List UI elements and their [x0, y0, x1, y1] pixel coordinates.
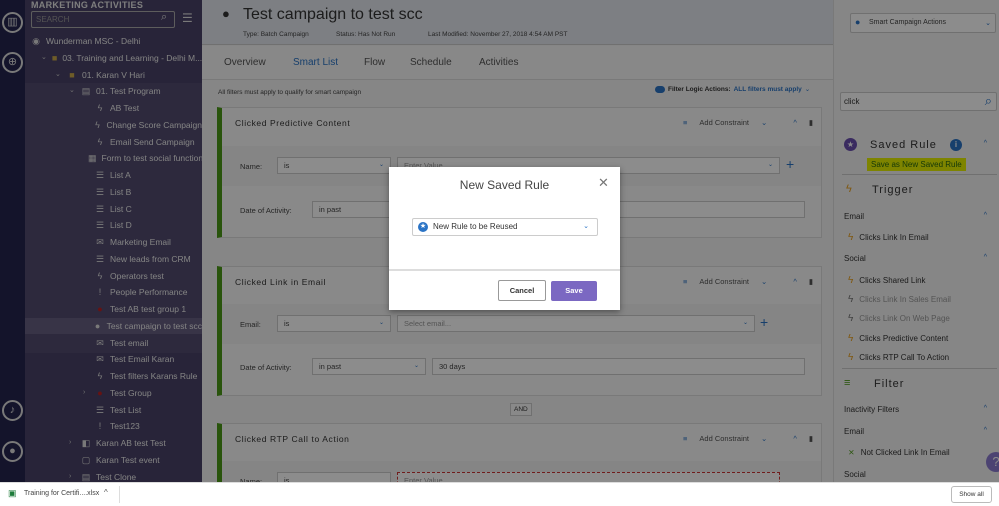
- excel-file-icon: ▣: [8, 488, 17, 498]
- new-saved-rule-dialog: New Saved Rule ✕ ★ New Rule to be Reused…: [389, 167, 620, 310]
- close-icon[interactable]: ✕: [598, 175, 609, 191]
- show-all-button[interactable]: Show all: [951, 486, 992, 503]
- dialog-title: New Saved Rule: [459, 178, 550, 192]
- rule-name-value: New Rule to be Reused: [433, 222, 518, 231]
- save-button[interactable]: Save: [551, 281, 597, 301]
- chevron-up-icon[interactable]: ^: [104, 488, 108, 497]
- rule-name-input[interactable]: ★ New Rule to be Reused ⌄: [412, 218, 598, 236]
- download-file[interactable]: Training for Certifi....xlsx: [24, 490, 99, 497]
- star-icon: ★: [418, 222, 428, 232]
- download-bar: ▣ Training for Certifi....xlsx ^ Show al…: [0, 482, 999, 506]
- chevron-down-icon: ⌄: [583, 223, 589, 230]
- cancel-button[interactable]: Cancel: [498, 280, 546, 301]
